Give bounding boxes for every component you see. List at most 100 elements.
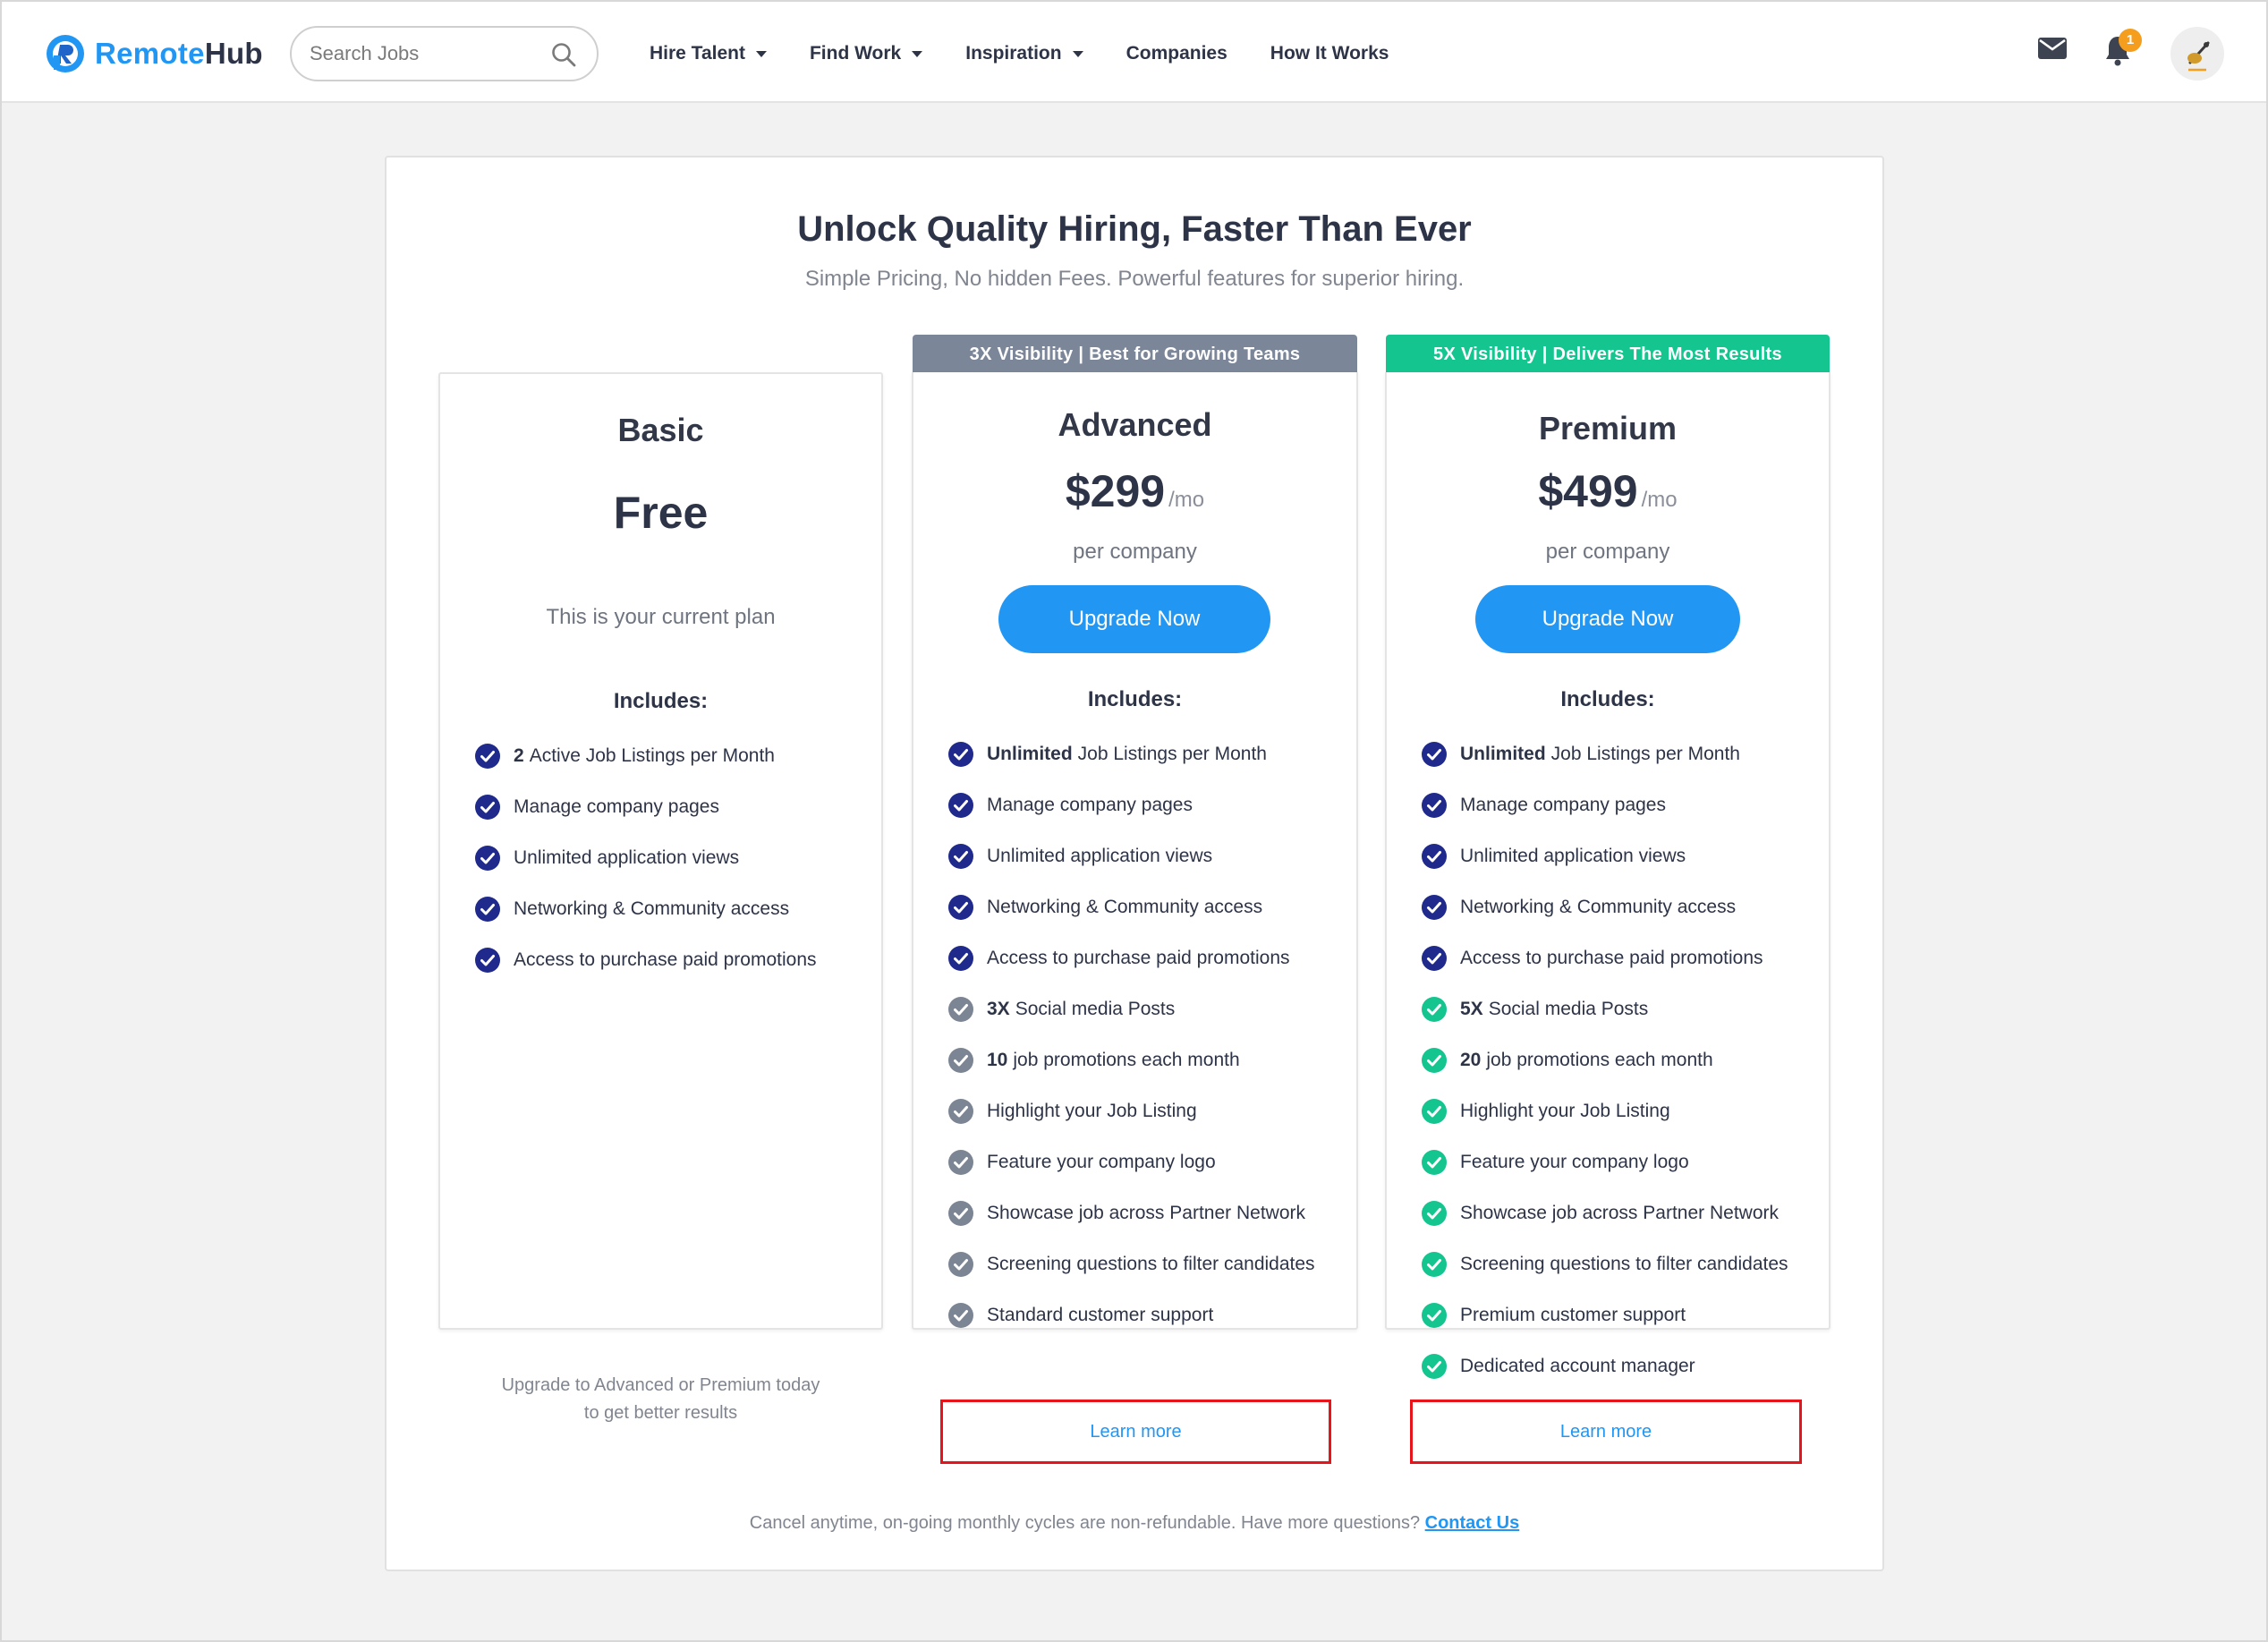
feature-text: 3X Social media Posts [987,999,1175,1020]
feature-label: Highlight your Job Listing [1460,1100,1670,1121]
feature-label: Access to purchase paid promotions [1460,947,1763,968]
feature-text: Unlimited Job Listings per Month [1460,744,1740,765]
feature-list-advanced: Unlimited Job Listings per Month Manage co… [947,728,1315,1340]
feature-label: Feature your company logo [987,1151,1216,1172]
feature-label: Manage company pages [987,794,1193,815]
feature-text: Unlimited application views [1460,846,1686,867]
feature-text: Feature your company logo [987,1152,1216,1173]
feature-label: Access to purchase paid promotions [987,947,1290,968]
feature-label: Premium customer support [1460,1304,1686,1325]
feature-highlight: 5X [1460,998,1483,1019]
feature-text: Networking & Community access [1460,897,1736,918]
nav-hire-talent[interactable]: Hire Talent [650,38,767,70]
plan-price: $499/mo [1387,465,1829,517]
page-subtitle: Simple Pricing, No hidden Fees. Powerful… [804,267,1465,291]
plan-card-basic: Basic Free This is your current plan Inc… [438,372,883,1423]
check-circle-icon [948,1200,973,1226]
feature-list-premium: Unlimited Job Listings per Month Manage co… [1421,728,1788,1391]
nav-find-work[interactable]: Find Work [809,38,923,70]
feature-text: Access to purchase paid promotions [514,949,817,971]
feature-text: 10 job promotions each month [987,1050,1240,1071]
chevron-down-icon [1072,50,1083,57]
search-icon[interactable] [550,41,577,68]
feature-text: Unlimited application views [514,847,739,869]
feature-label: Unlimited application views [514,847,740,868]
footnote-text: Cancel anytime, on-going monthly cycles … [749,1513,1421,1533]
check-circle-icon [948,1149,973,1175]
nav-inspiration-label: Inspiration [965,43,1062,64]
check-circle-icon [948,996,973,1022]
upgrade-hint-line-2: to get better results [583,1403,738,1423]
logo[interactable]: RemoteHub [45,32,263,75]
feature-item: Networking & Community access [474,883,817,934]
plan-unit: per company [1545,540,1670,564]
feature-text: Screening questions to filter candidates [1460,1254,1788,1275]
feature-label: job promotions each month [1013,1049,1240,1070]
feature-text: Access to purchase paid promotions [987,948,1290,969]
main-nav: Hire Talent Find Work Inspiration Compan… [650,38,1431,70]
mail-icon[interactable] [2037,36,2068,61]
check-circle-icon [1422,894,1447,920]
search-input[interactable] [310,38,542,69]
advanced-banner: 3X Visibility | Best for Growing Teams [913,335,1357,374]
check-circle-icon [1422,1047,1447,1073]
feature-highlight: 20 [1460,1049,1482,1070]
check-circle-icon [948,792,973,818]
check-circle-icon [1422,996,1447,1022]
feature-item: Access to purchase paid promotions [1421,932,1788,983]
current-plan-label: This is your current plan [546,605,776,629]
feature-item: Highlight your Job Listing [947,1085,1315,1136]
feature-text: Networking & Community access [987,897,1262,918]
feature-label: Showcase job across Partner Network [987,1202,1305,1223]
upgrade-now-button-premium[interactable]: Upgrade Now [1475,585,1740,653]
learn-more-link-advanced[interactable]: Learn more [940,1400,1331,1464]
feature-text: Feature your company logo [1460,1152,1689,1173]
check-circle-icon [948,1098,973,1124]
feature-text: 5X Social media Posts [1460,999,1648,1020]
nav-inspiration[interactable]: Inspiration [965,38,1083,70]
check-circle-icon [1422,1149,1447,1175]
plan-price-amount: $299 [1065,466,1166,516]
plan-name: Basic [617,412,704,448]
check-circle-icon [475,743,500,769]
upgrade-now-button-advanced[interactable]: Upgrade Now [998,585,1270,653]
check-circle-icon [1422,1302,1447,1328]
check-circle-icon [948,1302,973,1328]
feature-text: Highlight your Job Listing [987,1101,1197,1122]
check-circle-icon [1422,792,1447,818]
plan-price-period: /mo [1641,488,1678,512]
nav-how-it-works[interactable]: How It Works [1270,38,1389,70]
feature-label: Networking & Community access [1460,896,1737,917]
feature-item: 20 job promotions each month [1421,1034,1788,1085]
feature-label: Unlimited application views [1460,845,1686,866]
feature-item: 3X Social media Posts [947,983,1315,1034]
feature-item: Manage company pages [947,779,1315,830]
feature-label: Active Job Listings per Month [529,744,775,766]
feature-label: Highlight your Job Listing [987,1100,1197,1121]
feature-label: Networking & Community access [987,896,1263,917]
check-circle-icon [475,845,500,871]
contact-us-link[interactable]: Contact Us [1425,1513,1520,1533]
feature-label: Manage company pages [514,795,719,817]
feature-item: Unlimited application views [474,832,817,883]
feature-item: 2 Active Job Listings per Month [474,730,817,781]
plan-card-premium: Premium $499/mo per company Upgrade Now … [1385,372,1831,1464]
check-circle-icon [475,896,500,922]
feature-label: Feature your company logo [1460,1151,1689,1172]
learn-more-link-premium[interactable]: Learn more [1410,1400,1802,1464]
check-circle-icon [948,843,973,869]
feature-label: Unlimited application views [987,845,1213,866]
nav-companies[interactable]: Companies [1126,38,1227,70]
check-circle-icon [948,1251,973,1277]
feature-label: Networking & Community access [514,898,790,919]
feature-text: Manage company pages [514,796,719,818]
remotehub-logo-icon [47,35,84,72]
plan-price-period: /mo [1168,488,1205,512]
search-box [290,26,599,81]
avatar[interactable] [2170,27,2224,81]
feature-label: Job Listings per Month [1077,743,1267,764]
feature-item: Manage company pages [1421,779,1788,830]
nav-find-work-label: Find Work [809,43,902,64]
check-circle-icon [1422,1353,1447,1379]
page-title: Unlock Quality Hiring, Faster Than Ever [797,209,1472,249]
